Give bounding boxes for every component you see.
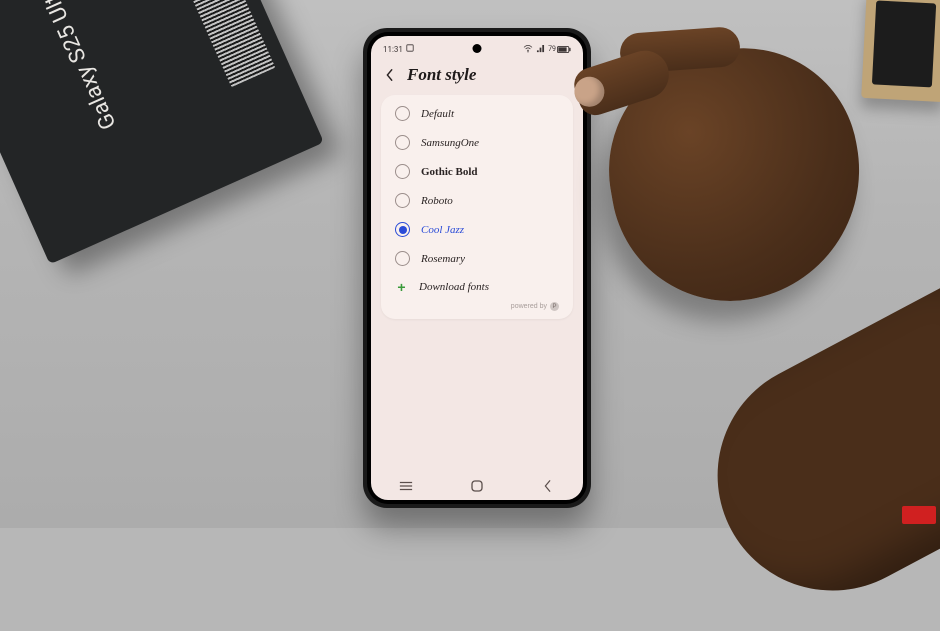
nav-back-button[interactable] <box>528 476 568 496</box>
font-option-rosemary[interactable]: Rosemary <box>381 244 573 273</box>
back-button[interactable] <box>383 68 397 82</box>
barcode <box>162 0 275 87</box>
font-option-label: Roboto <box>421 195 453 207</box>
radio-icon-checked <box>395 222 410 237</box>
home-button[interactable] <box>457 476 497 496</box>
phone-device: 11:31 79 <box>363 28 591 508</box>
radio-icon <box>395 106 410 121</box>
font-option-label: SamsungOne <box>421 137 479 149</box>
font-option-label: Default <box>421 108 454 120</box>
recents-button[interactable] <box>386 476 426 496</box>
font-option-label: Rosemary <box>421 253 465 265</box>
radio-icon <box>395 193 410 208</box>
font-options-panel: Default SamsungOne Gothic Bold Roboto Co… <box>381 95 573 319</box>
wood-block-object <box>861 0 940 102</box>
font-option-label: Cool Jazz <box>421 224 464 236</box>
download-fonts-button[interactable]: + Download fonts <box>381 273 573 300</box>
battery-percent: 79 <box>548 45 556 53</box>
product-box: Galaxy S25 Ultra <box>0 0 324 264</box>
product-box-brand: Galaxy S25 Ultra <box>32 0 122 133</box>
font-option-samsungone[interactable]: SamsungOne <box>381 128 573 157</box>
powered-by-label: powered by P <box>381 300 573 313</box>
wifi-icon <box>523 45 533 53</box>
status-time: 11:31 <box>383 45 403 54</box>
page-header: Font style <box>371 59 583 95</box>
phone-screen: 11:31 79 <box>371 36 583 500</box>
android-navbar <box>371 472 583 500</box>
battery-icon: 79 <box>548 45 571 53</box>
radio-icon <box>395 135 410 150</box>
radio-icon <box>395 251 410 266</box>
font-option-roboto[interactable]: Roboto <box>381 186 573 215</box>
camera-hole <box>473 44 482 53</box>
radio-icon <box>395 164 410 179</box>
font-option-label: Gothic Bold <box>421 166 478 178</box>
font-option-default[interactable]: Default <box>381 99 573 128</box>
font-option-cool-jazz[interactable]: Cool Jazz <box>381 215 573 244</box>
notification-icon <box>406 44 414 54</box>
font-option-gothic-bold[interactable]: Gothic Bold <box>381 157 573 186</box>
page-title: Font style <box>407 65 476 85</box>
scene-background: Galaxy S25 Ultra 11:31 <box>0 0 940 528</box>
bottom-right-tag <box>902 506 936 524</box>
provider-icon: P <box>550 302 559 311</box>
plus-icon: + <box>395 280 408 293</box>
download-fonts-label: Download fonts <box>419 281 489 293</box>
signal-icon <box>536 45 545 53</box>
